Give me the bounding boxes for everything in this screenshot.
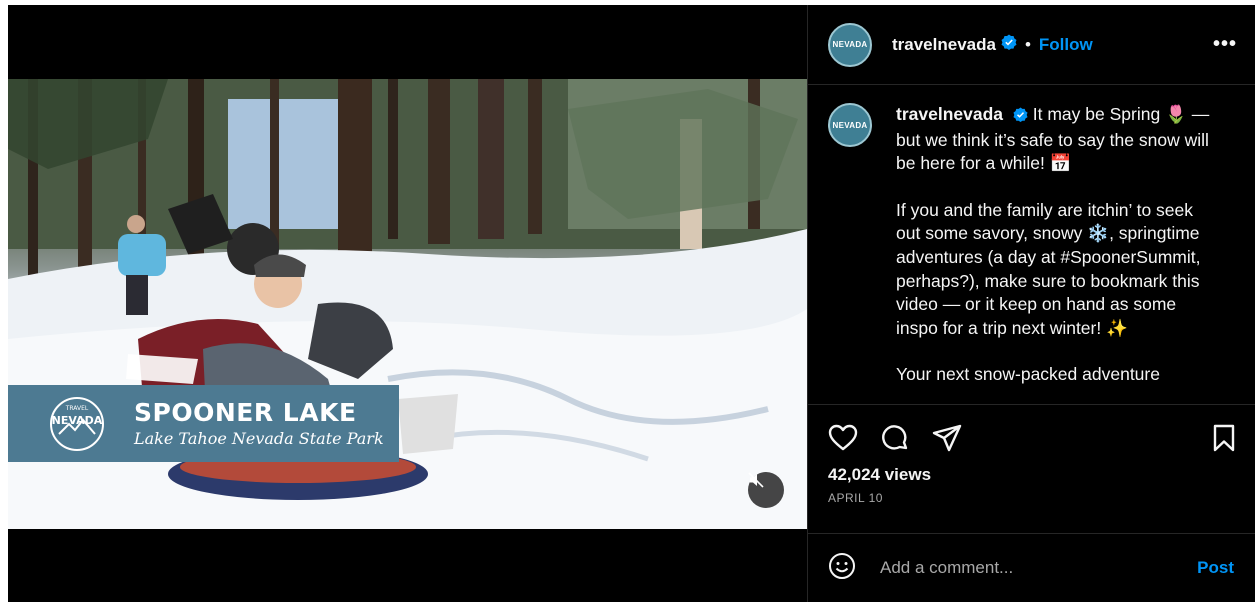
location-overlay: TRAVEL NEVADA SPOONER LAKE Lake Tahoe Ne… [8, 385, 399, 462]
post-dialog: TRAVEL NEVADA SPOONER LAKE Lake Tahoe Ne… [8, 5, 1255, 602]
caption-verified-badge-icon [1013, 105, 1028, 129]
nevada-logo-icon: TRAVEL NEVADA [50, 396, 104, 451]
caption-section: NEVADA travelnevada It may be Spring 🌷 —… [808, 85, 1255, 404]
more-options-icon[interactable]: ••• [1213, 33, 1237, 56]
bookmark-icon[interactable] [1212, 424, 1236, 452]
post-date[interactable]: APRIL 10 [828, 491, 1236, 505]
avatar[interactable]: NEVADA [828, 22, 872, 67]
caption-username[interactable]: travelnevada [896, 104, 1003, 124]
share-icon[interactable] [932, 424, 962, 452]
action-icons-row [828, 423, 1236, 453]
verified-badge-icon [1001, 34, 1017, 55]
emoji-icon[interactable] [828, 552, 856, 585]
heart-icon[interactable] [828, 424, 858, 452]
caption-avatar[interactable]: NEVADA [828, 103, 872, 147]
avatar-text: NEVADA [832, 40, 868, 49]
caption-paragraph-3: Your next snow-packed adventure [896, 364, 1160, 385]
comment-bar: Post [808, 533, 1255, 602]
logo-text-main: NEVADA [52, 414, 103, 427]
travel-nevada-logo: TRAVEL NEVADA [42, 394, 112, 454]
speaker-muted-icon [748, 472, 764, 488]
overlay-subtitle: Lake Tahoe Nevada State Park [134, 428, 384, 448]
media-panel: TRAVEL NEVADA SPOONER LAKE Lake Tahoe Ne… [8, 5, 807, 602]
video-player[interactable]: TRAVEL NEVADA SPOONER LAKE Lake Tahoe Ne… [8, 79, 807, 529]
overlay-title: SPOONER LAKE [134, 397, 357, 427]
header-username[interactable]: travelnevada [892, 35, 996, 55]
comment-icon[interactable] [880, 423, 910, 453]
caption-paragraph-2: If you and the family are itchin’ to see… [896, 199, 1201, 338]
caption-text: travelnevada It may be Spring 🌷 — but we… [896, 103, 1214, 404]
logo-text-top: TRAVEL [65, 405, 89, 412]
view-count[interactable]: 42,024 views [828, 465, 1236, 485]
mute-button[interactable] [748, 472, 784, 508]
follow-button[interactable]: Follow [1039, 35, 1093, 55]
post-side-panel: NEVADA travelnevada • Follow ••• NEVADA … [807, 5, 1255, 602]
post-header: NEVADA travelnevada • Follow ••• [808, 5, 1255, 85]
actions-section: 42,024 views APRIL 10 [808, 404, 1255, 505]
caption-avatar-text: NEVADA [832, 120, 868, 130]
comment-input[interactable] [880, 558, 1198, 578]
post-comment-button[interactable]: Post [1197, 558, 1234, 578]
header-separator: • [1024, 34, 1031, 54]
